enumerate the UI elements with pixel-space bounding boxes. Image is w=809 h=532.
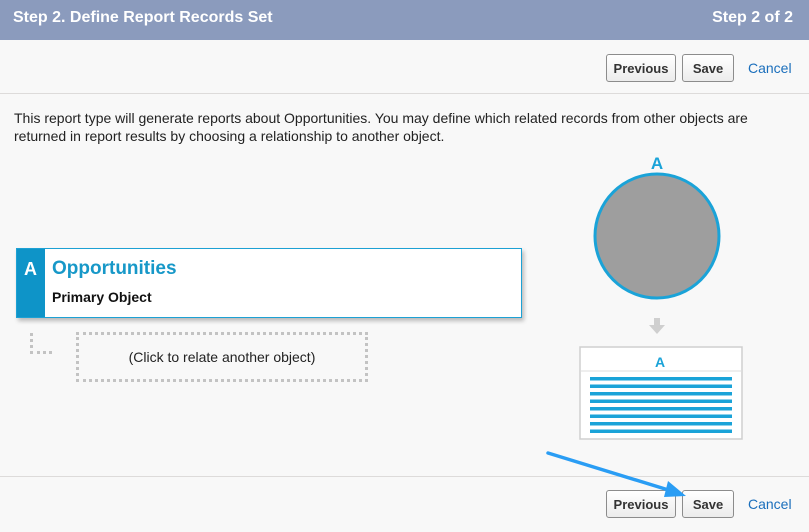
diagram-circle xyxy=(593,172,721,300)
page-header: Step 2. Define Report Records Set Step 2… xyxy=(0,0,809,40)
save-button-top[interactable]: Save xyxy=(682,54,734,82)
diagram-table-row xyxy=(590,392,732,396)
annotation-arrow-icon xyxy=(546,451,686,497)
top-toolbar: Previous Save Cancel xyxy=(0,40,809,94)
relation-connector xyxy=(30,333,52,354)
diagram-table-row xyxy=(590,422,732,426)
relate-object-button[interactable]: (Click to relate another object) xyxy=(76,332,368,382)
down-arrow-icon xyxy=(649,318,665,334)
diagram-table-row xyxy=(590,407,732,411)
diagram-table-row xyxy=(590,414,732,418)
primary-object-name: Opportunities xyxy=(52,258,177,279)
diagram-circle-letter: A xyxy=(651,154,663,173)
diagram-table-row xyxy=(590,384,732,388)
primary-object-subtitle: Primary Object xyxy=(52,289,152,305)
diagram-table-row xyxy=(590,399,732,403)
primary-object-card: A Opportunities Primary Object xyxy=(16,248,522,318)
object-letter: A xyxy=(24,259,37,279)
diagram-table-letter: A xyxy=(655,354,665,370)
diagram-table-row xyxy=(590,377,732,381)
step-indicator: Step 2 of 2 xyxy=(712,9,793,26)
previous-button-top[interactable]: Previous xyxy=(606,54,676,82)
object-letter-bar: A xyxy=(17,249,45,317)
report-diagram: A A xyxy=(579,154,743,440)
cancel-link-top[interactable]: Cancel xyxy=(748,60,792,76)
description-text: This report type will generate reports a… xyxy=(14,110,748,144)
page-title: Step 2. Define Report Records Set xyxy=(13,9,273,26)
diagram-table-row xyxy=(590,429,732,433)
cancel-link-bottom[interactable]: Cancel xyxy=(748,496,792,512)
